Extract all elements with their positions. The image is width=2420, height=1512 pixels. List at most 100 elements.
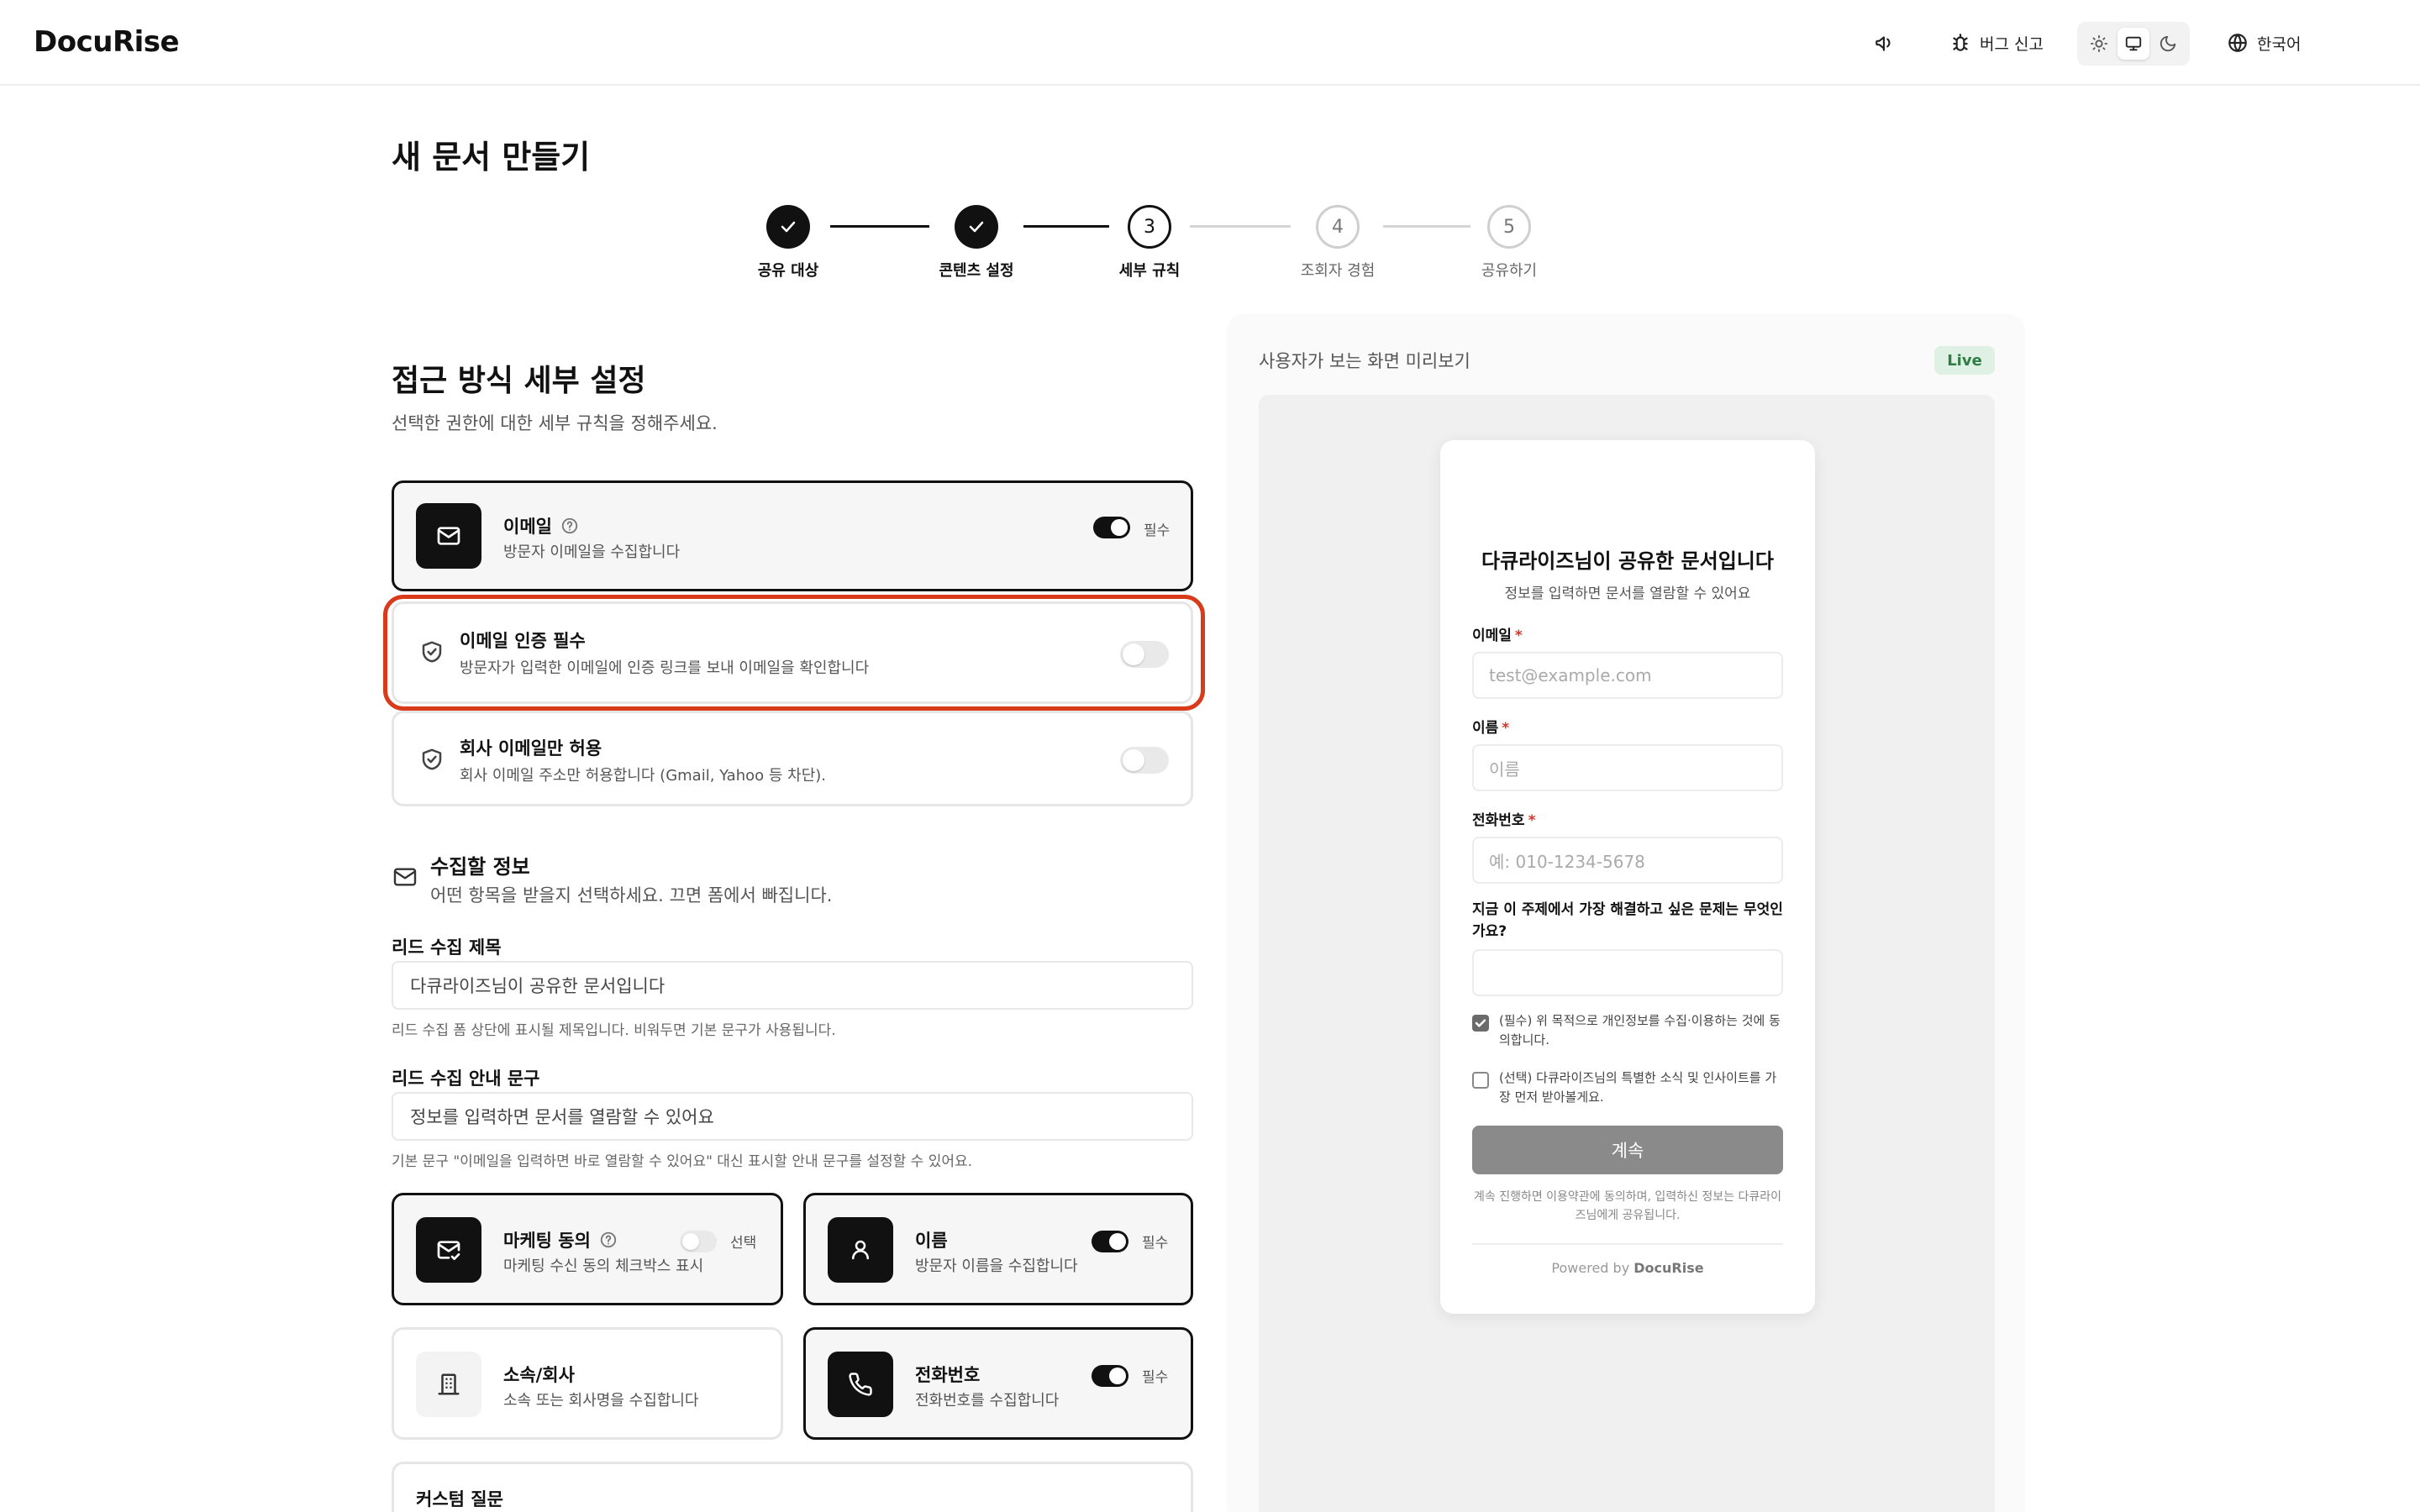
step-4-circle[interactable]: 4	[1316, 205, 1360, 249]
shield-check-icon	[419, 639, 445, 664]
email-required-toggle[interactable]	[1093, 517, 1130, 538]
name-toggle[interactable]	[1092, 1231, 1128, 1252]
company-only-title: 회사 이메일만 허용	[460, 738, 602, 759]
marketing-consent-card[interactable]: 마케팅 동의 마케팅 수신 동의 체크박스 표시 선택	[392, 1193, 783, 1305]
preview-phone-label: 전화번호 *	[1472, 808, 1535, 829]
mail-icon	[435, 522, 462, 549]
required-mark: *	[1514, 627, 1523, 644]
preview-email-label: 이메일 *	[1472, 623, 1523, 644]
collect-section-subtitle: 어떤 항목을 받을지 선택하세요. 끄면 폼에서 빠집니다.	[430, 885, 833, 906]
preview-email-label-text: 이메일	[1472, 627, 1512, 644]
language-label: 한국어	[2257, 34, 2302, 54]
company-field-card[interactable]: 소속/회사 소속 또는 회사명을 수집합니다	[392, 1327, 783, 1440]
language-button[interactable]: 한국어	[2227, 25, 2301, 60]
email-verify-desc: 방문자가 입력한 이메일에 인증 링크를 보내 이메일을 확인합니다	[460, 659, 870, 677]
step-2-label: 콘텐츠 설정	[939, 262, 1014, 280]
step-1-label: 공유 대상	[757, 262, 819, 280]
step-1-circle[interactable]	[766, 205, 810, 249]
phone-field-card[interactable]: 전화번호 전화번호를 수집합니다 필수	[803, 1327, 1193, 1440]
phone-title: 전화번호	[915, 1365, 981, 1385]
lead-guide-hint: 기본 문구 "이메일을 입력하면 바로 열람할 수 있어요" 대신 표시할 안내…	[392, 1153, 973, 1170]
phone-toggle[interactable]	[1092, 1365, 1128, 1387]
name-title: 이름	[915, 1231, 948, 1251]
preview-continue-button[interactable]: 계속	[1472, 1126, 1783, 1174]
preview-consent-optional-text: (선택) 다큐라이즈님의 특별한 소식 및 인사이트를 가장 먼저 받아볼게요.	[1499, 1070, 1777, 1105]
company-only-toggle[interactable]	[1120, 747, 1169, 774]
custom-question-card[interactable]: 커스텀 질문	[392, 1462, 1193, 1512]
email-card-desc: 방문자 이메일을 수집합니다	[503, 543, 681, 561]
email-field-card[interactable]: 이메일 방문자 이메일을 수집합니다 필수	[392, 480, 1193, 591]
check-icon	[966, 217, 986, 237]
access-section-subtitle: 선택한 권한에 대한 세부 규칙을 정해주세요.	[392, 413, 718, 433]
email-card-title: 이메일	[503, 517, 552, 537]
preview-name-label: 이름 *	[1472, 716, 1509, 737]
moon-icon	[2159, 34, 2177, 53]
email-card-title-row: 이메일	[503, 513, 579, 538]
preview-title: 다큐라이즈님이 공유한 문서입니다	[1481, 549, 1774, 573]
preview-custom-question: 지금 이 주제에서 가장 해결하고 싶은 문제는 무엇인가요?	[1472, 901, 1783, 940]
step-2-circle[interactable]	[955, 205, 998, 249]
shield-check-icon	[419, 747, 445, 772]
lead-title-input[interactable]: 다큐라이즈님이 공유한 문서입니다	[392, 961, 1193, 1010]
help-icon[interactable]	[560, 517, 579, 535]
name-icon-box	[828, 1217, 893, 1283]
custom-question-title: 커스텀 질문	[416, 1489, 503, 1509]
preview-name-input[interactable]: 이름	[1472, 744, 1783, 791]
top-header: DocuRise 버그 신고 한국어	[0, 0, 2420, 86]
building-icon	[436, 1372, 461, 1397]
user-icon	[848, 1237, 873, 1263]
step-5-circle[interactable]: 5	[1487, 205, 1531, 249]
preview-phone-input[interactable]: 예: 010-1234-5678	[1472, 837, 1783, 884]
marketing-title: 마케팅 동의	[503, 1231, 591, 1251]
live-badge: Live	[1934, 346, 1995, 375]
mail-icon	[392, 864, 418, 890]
phone-icon	[848, 1372, 873, 1397]
theme-system-button[interactable]	[2117, 28, 2149, 60]
preview-consent-required-checkbox[interactable]	[1472, 1015, 1489, 1032]
step-connector	[1023, 225, 1109, 228]
step-4-label: 조회자 경험	[1300, 262, 1376, 280]
company-title: 소속/회사	[503, 1365, 575, 1385]
preview-footnote: 계속 진행하면 이용약관에 동의하며, 입력하신 정보는 다큐라이즈님에게 공유…	[1473, 1190, 1782, 1222]
access-section-title: 접근 방식 세부 설정	[392, 364, 646, 398]
collect-section-title: 수집할 정보	[430, 855, 530, 879]
email-verify-title: 이메일 인증 필수	[460, 631, 586, 651]
bug-report-button[interactable]: 버그 신고	[1949, 25, 2044, 60]
help-icon[interactable]	[599, 1231, 618, 1249]
marketing-toggle[interactable]	[680, 1231, 717, 1252]
step-3-label: 세부 규칙	[1118, 262, 1181, 280]
check-icon	[778, 217, 798, 237]
theme-light-button[interactable]	[2083, 28, 2115, 60]
lead-guide-label: 리드 수집 안내 문구	[392, 1068, 540, 1089]
email-verify-toggle[interactable]	[1120, 641, 1169, 668]
company-desc: 소속 또는 회사명을 수집합니다	[503, 1392, 699, 1410]
check-icon	[1472, 1015, 1489, 1032]
preview-consent-optional-checkbox[interactable]	[1472, 1072, 1489, 1089]
theme-dark-button[interactable]	[2152, 28, 2184, 60]
email-verify-card[interactable]: 이메일 인증 필수 방문자가 입력한 이메일에 인증 링크를 보내 이메일을 확…	[392, 601, 1193, 704]
logo[interactable]: DocuRise	[34, 25, 180, 59]
preview-powered-by: Powered by DocuRise	[1440, 1260, 1815, 1276]
lead-title-hint: 리드 수집 폼 상단에 표시될 제목입니다. 비워두면 기본 문구가 사용됩니다…	[392, 1022, 836, 1039]
preview-custom-answer-input[interactable]	[1472, 949, 1783, 996]
company-email-only-card[interactable]: 회사 이메일만 허용 회사 이메일 주소만 허용합니다 (Gmail, Yaho…	[392, 711, 1193, 806]
bug-icon	[1949, 32, 1971, 54]
preview-email-input[interactable]: test@example.com	[1472, 652, 1783, 699]
lead-title-label: 리드 수집 제목	[392, 937, 502, 958]
required-mark: *	[1502, 720, 1510, 737]
page-title: 새 문서 만들기	[392, 139, 591, 176]
preview-divider	[1472, 1243, 1783, 1245]
mail-check-icon	[435, 1236, 462, 1263]
powered-prefix: Powered by	[1551, 1260, 1630, 1276]
announcement-button[interactable]	[1874, 25, 1896, 60]
name-field-card[interactable]: 이름 방문자 이름을 수집합니다 필수	[803, 1193, 1193, 1305]
lead-guide-input[interactable]: 정보를 입력하면 문서를 열람할 수 있어요	[392, 1092, 1193, 1141]
monitor-icon	[2124, 34, 2143, 53]
theme-switcher	[2077, 22, 2190, 66]
powered-brand: DocuRise	[1634, 1260, 1704, 1276]
preview-phone-label-text: 전화번호	[1472, 812, 1525, 829]
marketing-title-row: 마케팅 동의	[503, 1227, 618, 1252]
company-icon-box	[416, 1352, 481, 1417]
step-5-label: 공유하기	[1481, 262, 1538, 280]
step-3-circle[interactable]: 3	[1128, 205, 1171, 249]
